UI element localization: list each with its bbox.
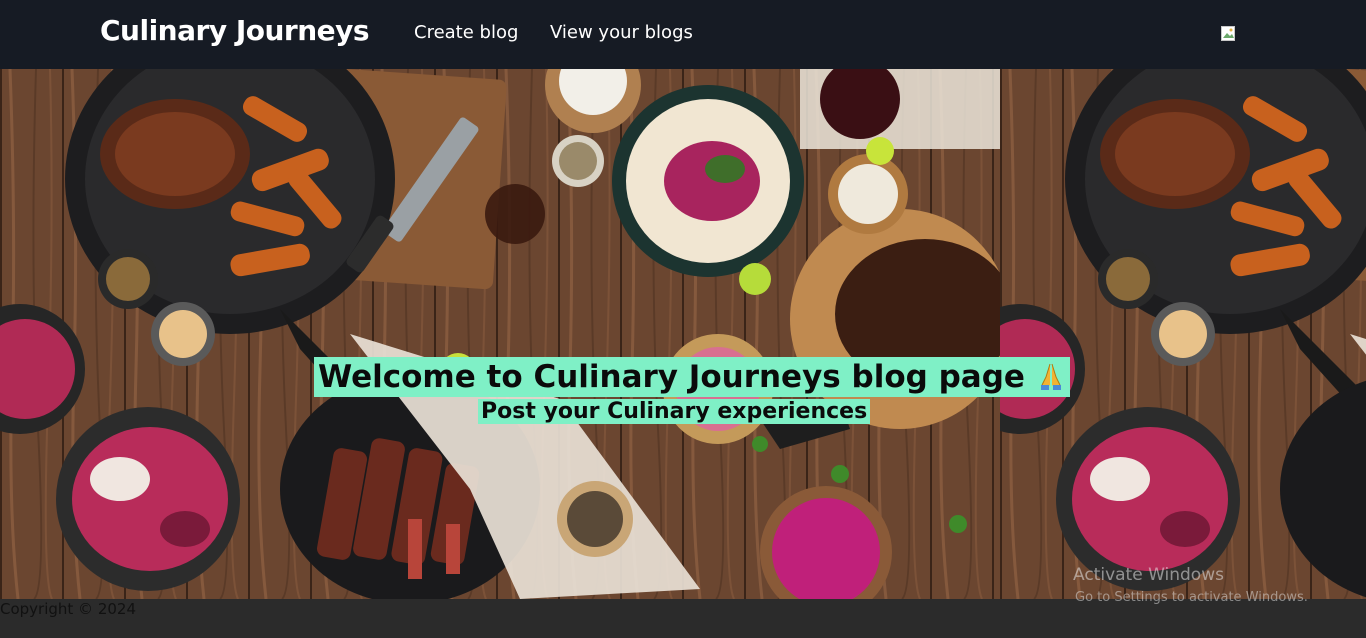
hero-title: Welcome to Culinary Journeys blog page (318, 359, 1025, 395)
navbar: Culinary Journeys Create blog View your … (0, 0, 1366, 69)
brand-logo-text[interactable]: Culinary Journeys (100, 14, 370, 47)
activate-windows-watermark-title: Activate Windows (1073, 565, 1224, 585)
hero-title-highlight: Welcome to Culinary Journeys blog page (314, 357, 1071, 397)
hero-background-image (0, 69, 1000, 599)
hero-subtitle-highlight: Post your Culinary experiences (478, 399, 871, 424)
broken-image-icon[interactable] (1221, 26, 1237, 42)
nav-view-blogs-link[interactable]: View your blogs (550, 22, 693, 43)
nav-create-blog-link[interactable]: Create blog (414, 22, 518, 43)
folded-hands-icon (1041, 363, 1062, 390)
hero-section: Welcome to Culinary Journeys blog page P… (0, 69, 1366, 599)
hero-background-image-repeat (1000, 69, 1366, 599)
activate-windows-watermark-subtitle: Go to Settings to activate Windows. (1075, 590, 1308, 605)
hero-subtitle: Post your Culinary experiences (481, 399, 868, 424)
copyright-text: Copyright © 2024 (0, 600, 137, 618)
